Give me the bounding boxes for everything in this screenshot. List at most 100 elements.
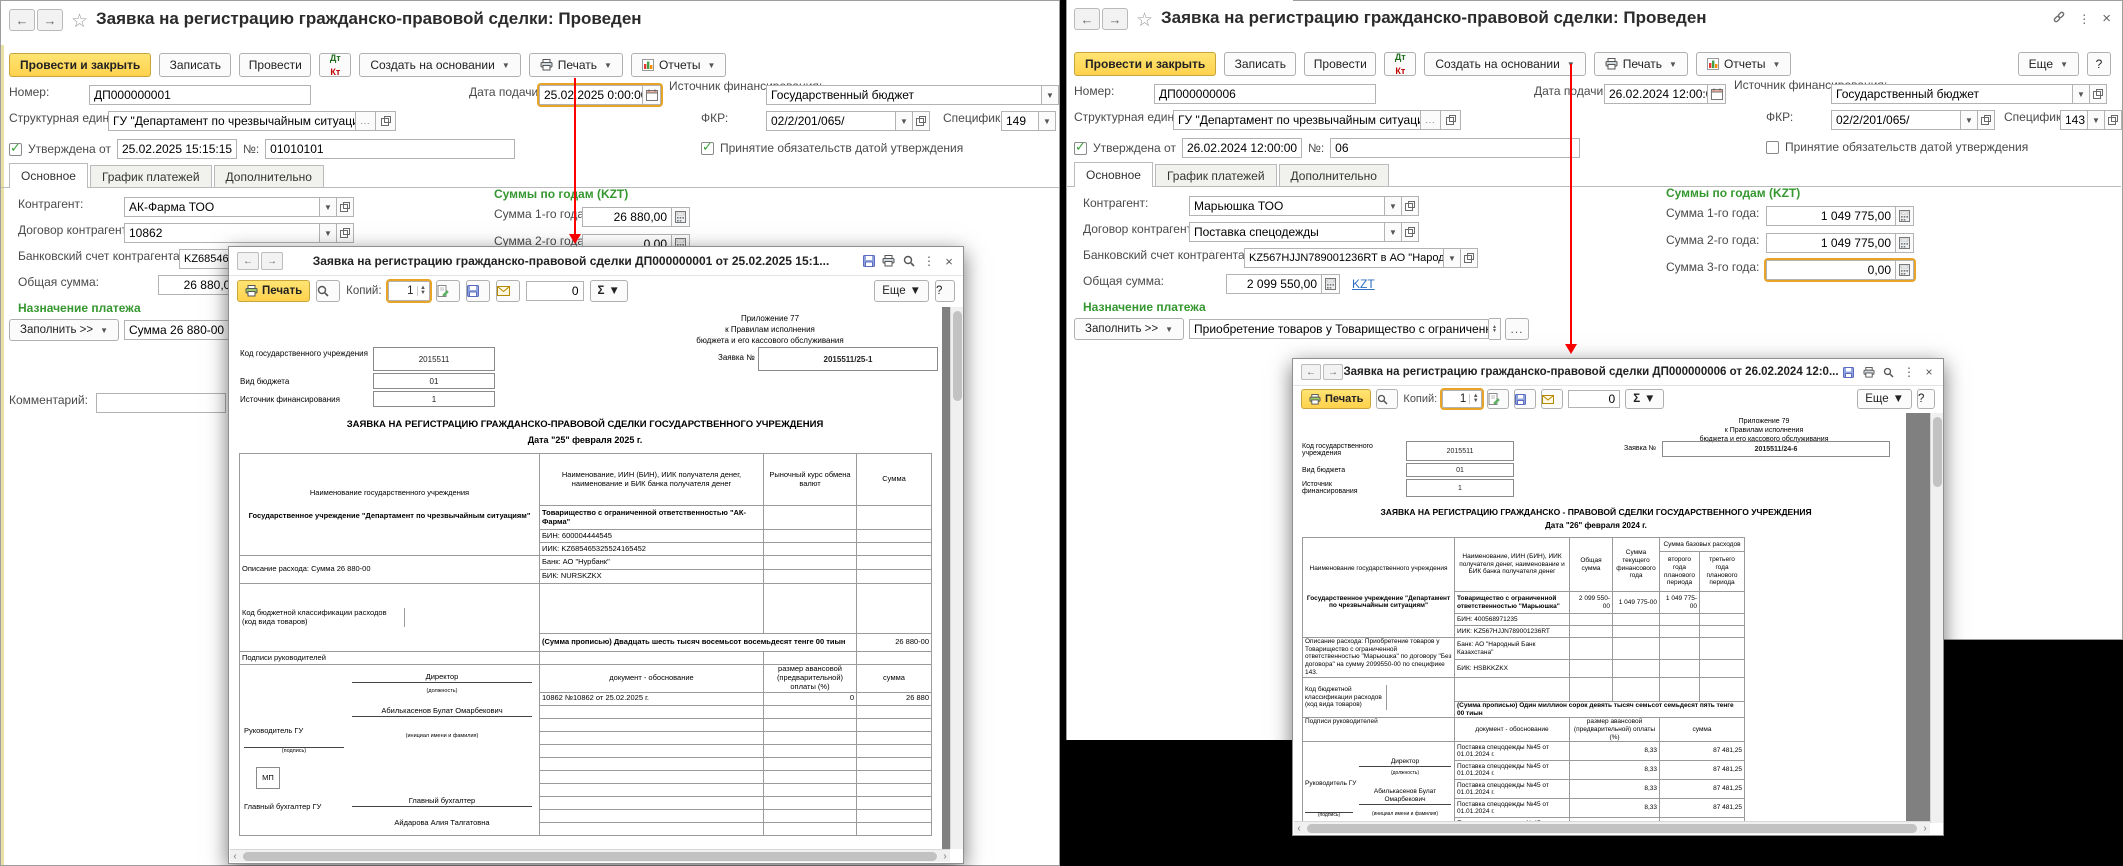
specifics-dropdown[interactable]: ▼: [2088, 110, 2105, 130]
back-button[interactable]: ←: [1301, 364, 1321, 380]
preview-button[interactable]: [899, 252, 919, 270]
save-button[interactable]: [859, 252, 879, 270]
fkr-field[interactable]: 02/2/201/065/: [1831, 110, 1961, 130]
fkr-field[interactable]: 02/2/201/065/: [766, 111, 896, 131]
sum-year2-field[interactable]: 1 049 775,00: [1766, 233, 1896, 253]
print-button[interactable]: [879, 252, 899, 270]
horizontal-scrollbar[interactable]: ‹›: [1294, 821, 1930, 834]
approved-checkbox[interactable]: [9, 143, 22, 156]
stepper-arrows-icon[interactable]: ▲▼: [1469, 394, 1481, 404]
specifics-open-button[interactable]: [2105, 110, 2122, 130]
contragent-field[interactable]: АК-Фарма ТОО: [124, 197, 320, 217]
approved-date-field[interactable]: 25.02.2025 15:15:15: [117, 139, 237, 159]
pages-field[interactable]: 0: [1568, 390, 1620, 408]
forward-button[interactable]: →: [1323, 364, 1343, 380]
dialog-titlebar[interactable]: ← → Заявка на регистрацию гражданско-пра…: [1293, 359, 1943, 386]
tab-additional[interactable]: Дополнительно: [1279, 164, 1389, 187]
preview-button[interactable]: [1376, 389, 1398, 409]
menu-button[interactable]: ⋮: [919, 252, 939, 270]
funding-source-field[interactable]: Государственный бюджет: [1831, 84, 2073, 104]
sum-year1-field[interactable]: 26 880,00: [582, 207, 672, 227]
scroll-left-icon[interactable]: ‹: [230, 851, 240, 862]
contract-open-button[interactable]: [337, 223, 354, 243]
forward-button[interactable]: →: [37, 9, 63, 31]
copies-stepper[interactable]: 1 ▲▼: [388, 281, 430, 301]
bank-account-dropdown[interactable]: ▼: [1444, 248, 1461, 268]
create-based-on-button[interactable]: Создать на основании▼: [1424, 52, 1585, 76]
back-button[interactable]: ←: [9, 9, 35, 31]
approved-checkbox[interactable]: [1074, 142, 1087, 155]
bank-account-field[interactable]: KZ567HJJN789001236RT в АО "Народный Банк…: [1244, 248, 1444, 268]
scroll-thumb[interactable]: [953, 311, 962, 401]
preview-button[interactable]: [316, 280, 340, 302]
sum-year1-field[interactable]: 1 049 775,00: [1766, 206, 1896, 226]
scroll-left-icon[interactable]: ‹: [1294, 823, 1304, 834]
more-button[interactable]: Еще▼: [1857, 389, 1912, 409]
menu-button[interactable]: ⋮: [1899, 363, 1919, 381]
fkr-open-button[interactable]: [1978, 110, 1995, 130]
forward-button[interactable]: →: [261, 252, 283, 270]
purpose-more-button[interactable]: ...: [1505, 318, 1529, 340]
back-button[interactable]: ←: [1074, 8, 1100, 30]
submit-date-field[interactable]: 25.02.2025 0:00:00: [539, 85, 643, 105]
dialog-titlebar[interactable]: ← → Заявка на регистрацию гражданско-пра…: [229, 247, 963, 276]
sum-year2-calc-button[interactable]: [1896, 233, 1914, 253]
calendar-button[interactable]: [643, 85, 661, 105]
specifics-field[interactable]: 143: [2060, 110, 2088, 130]
more-button[interactable]: Еще▼: [874, 280, 929, 302]
print-action-button[interactable]: Печать: [237, 280, 310, 302]
favorite-star-icon[interactable]: ☆: [1136, 9, 1153, 32]
payment-purpose-field[interactable]: Приобретение товаров у Товарищество с ог…: [1189, 319, 1489, 339]
total-calc-button[interactable]: [1322, 274, 1340, 294]
contract-dropdown[interactable]: ▼: [320, 223, 337, 243]
send-mail-button[interactable]: [496, 280, 520, 302]
dt-kt-button[interactable]: Дт Кт: [319, 53, 351, 77]
more-button[interactable]: Еще▼: [2018, 52, 2079, 76]
post-and-close-button[interactable]: Провести и закрыть: [9, 53, 151, 77]
approved-no-field[interactable]: 01010101: [265, 139, 515, 159]
reports-menu-button[interactable]: Отчеты▼: [631, 53, 726, 77]
close-icon[interactable]: ×: [2102, 10, 2111, 27]
write-button[interactable]: Записать: [1224, 52, 1296, 76]
number-field[interactable]: ДП000000006: [1154, 84, 1376, 104]
help-button[interactable]: ?: [935, 280, 955, 302]
contragent-open-button[interactable]: [1402, 196, 1419, 216]
structural-unit-field[interactable]: ГУ "Департамент по чрезвычайным ситуация…: [108, 111, 356, 131]
contragent-field[interactable]: Марьюшка ТОО: [1189, 196, 1385, 216]
bank-account-open-button[interactable]: [1461, 248, 1478, 268]
scroll-thumb[interactable]: [1933, 417, 1942, 487]
close-button[interactable]: ×: [939, 252, 959, 270]
funding-source-field[interactable]: Государственный бюджет: [766, 85, 1042, 105]
horizontal-scrollbar[interactable]: ‹›: [230, 849, 950, 862]
print-button[interactable]: [1859, 363, 1879, 381]
purpose-stepper[interactable]: ▲▼: [1489, 318, 1501, 340]
tab-main[interactable]: Основное: [1074, 162, 1153, 187]
tab-main[interactable]: Основное: [9, 163, 88, 188]
sum-year1-calc-button[interactable]: [672, 207, 690, 227]
structural-unit-select-button[interactable]: ...: [1421, 110, 1441, 130]
scroll-right-icon[interactable]: ›: [940, 851, 950, 862]
currency-link[interactable]: KZT: [1352, 277, 1375, 291]
preview-button[interactable]: [1879, 363, 1899, 381]
copies-stepper[interactable]: 1 ▲▼: [1442, 390, 1482, 408]
vertical-scrollbar[interactable]: [1930, 413, 1943, 823]
tab-payment-schedule[interactable]: График платежей: [1155, 164, 1277, 187]
create-based-on-button[interactable]: Создать на основании▼: [359, 53, 520, 77]
post-and-close-button[interactable]: Провести и закрыть: [1074, 52, 1216, 76]
total-sum-field[interactable]: 2 099 550,00: [1226, 274, 1322, 294]
fkr-dropdown[interactable]: ▼: [1961, 110, 1978, 130]
commitment-checkbox[interactable]: [701, 142, 714, 155]
vertical-scrollbar[interactable]: [950, 307, 963, 849]
help-button[interactable]: ?: [2087, 52, 2111, 76]
structural-unit-field[interactable]: ГУ "Департамент по чрезвычайным ситуация…: [1173, 110, 1421, 130]
reports-menu-button[interactable]: Отчеты▼: [1696, 52, 1791, 76]
fill-button[interactable]: Заполнить >>▼: [1074, 318, 1184, 340]
approved-date-field[interactable]: 26.02.2024 12:00:00: [1182, 138, 1302, 158]
number-field[interactable]: ДП000000001: [89, 85, 311, 105]
contract-open-button[interactable]: [1402, 222, 1419, 242]
sum-year3-calc-button[interactable]: [1896, 260, 1914, 280]
edit-button[interactable]: [436, 280, 460, 302]
help-button[interactable]: ?: [1917, 389, 1935, 409]
sum-button[interactable]: Σ▼: [1625, 389, 1663, 409]
sum-year3-field[interactable]: 0,00: [1766, 260, 1896, 280]
